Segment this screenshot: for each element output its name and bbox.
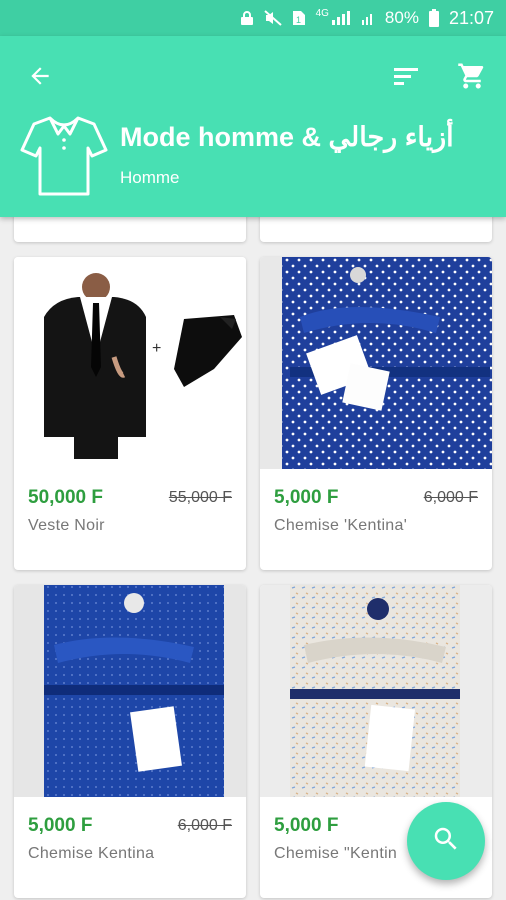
product-price: 5,000 F xyxy=(274,487,339,508)
svg-text:1: 1 xyxy=(296,15,301,25)
app-bar: Mode homme & أزياء رجالي Homme xyxy=(0,36,506,217)
battery-percent: 80% xyxy=(384,8,419,27)
sim-icon: 1 xyxy=(292,10,306,26)
mute-icon xyxy=(263,10,282,26)
lock-icon xyxy=(240,10,254,26)
product-price: 5,000 F xyxy=(274,815,339,836)
status-bar: 1 4G 80% 21:07 xyxy=(0,0,506,36)
product-image: + xyxy=(14,257,246,469)
product-name: Veste Noir xyxy=(28,517,105,534)
product-old-price: 55,000 F xyxy=(168,489,232,506)
shirt-category-icon xyxy=(20,110,108,198)
product-image xyxy=(260,257,492,469)
sort-icon[interactable] xyxy=(386,58,426,94)
clock: 21:07 xyxy=(448,7,494,28)
product-name: Chemise 'Kentina' xyxy=(274,517,408,534)
page-subtitle: Homme xyxy=(120,168,180,187)
signal-2-icon xyxy=(361,10,375,26)
product-name: Chemise "Kentin xyxy=(274,845,398,862)
product-price: 5,000 F xyxy=(28,815,93,836)
battery-icon xyxy=(428,9,439,27)
product-image xyxy=(14,585,246,797)
product-name: Chemise Kentina xyxy=(28,845,155,862)
svg-text:+: + xyxy=(152,340,161,357)
signal-icon xyxy=(331,10,351,26)
search-button[interactable] xyxy=(407,802,485,880)
network-type-label: 4G xyxy=(315,7,329,19)
product-old-price: 6,000 F xyxy=(177,817,232,834)
cart-icon[interactable] xyxy=(452,56,492,96)
product-card[interactable]: + 50,000 F 55,000 F Veste Noir xyxy=(14,257,246,570)
product-old-price: 6,000 F xyxy=(423,489,478,506)
product-card[interactable]: 5,000 F 6,000 F Chemise Kentina xyxy=(14,585,246,898)
page-title: Mode homme & أزياء رجالي xyxy=(120,122,454,152)
back-arrow-icon[interactable] xyxy=(22,58,58,94)
product-card[interactable]: 5,000 F 6,000 F Chemise 'Kentina' xyxy=(260,257,492,570)
search-icon xyxy=(431,824,461,859)
product-image xyxy=(260,585,492,797)
product-price: 50,000 F xyxy=(28,487,103,508)
